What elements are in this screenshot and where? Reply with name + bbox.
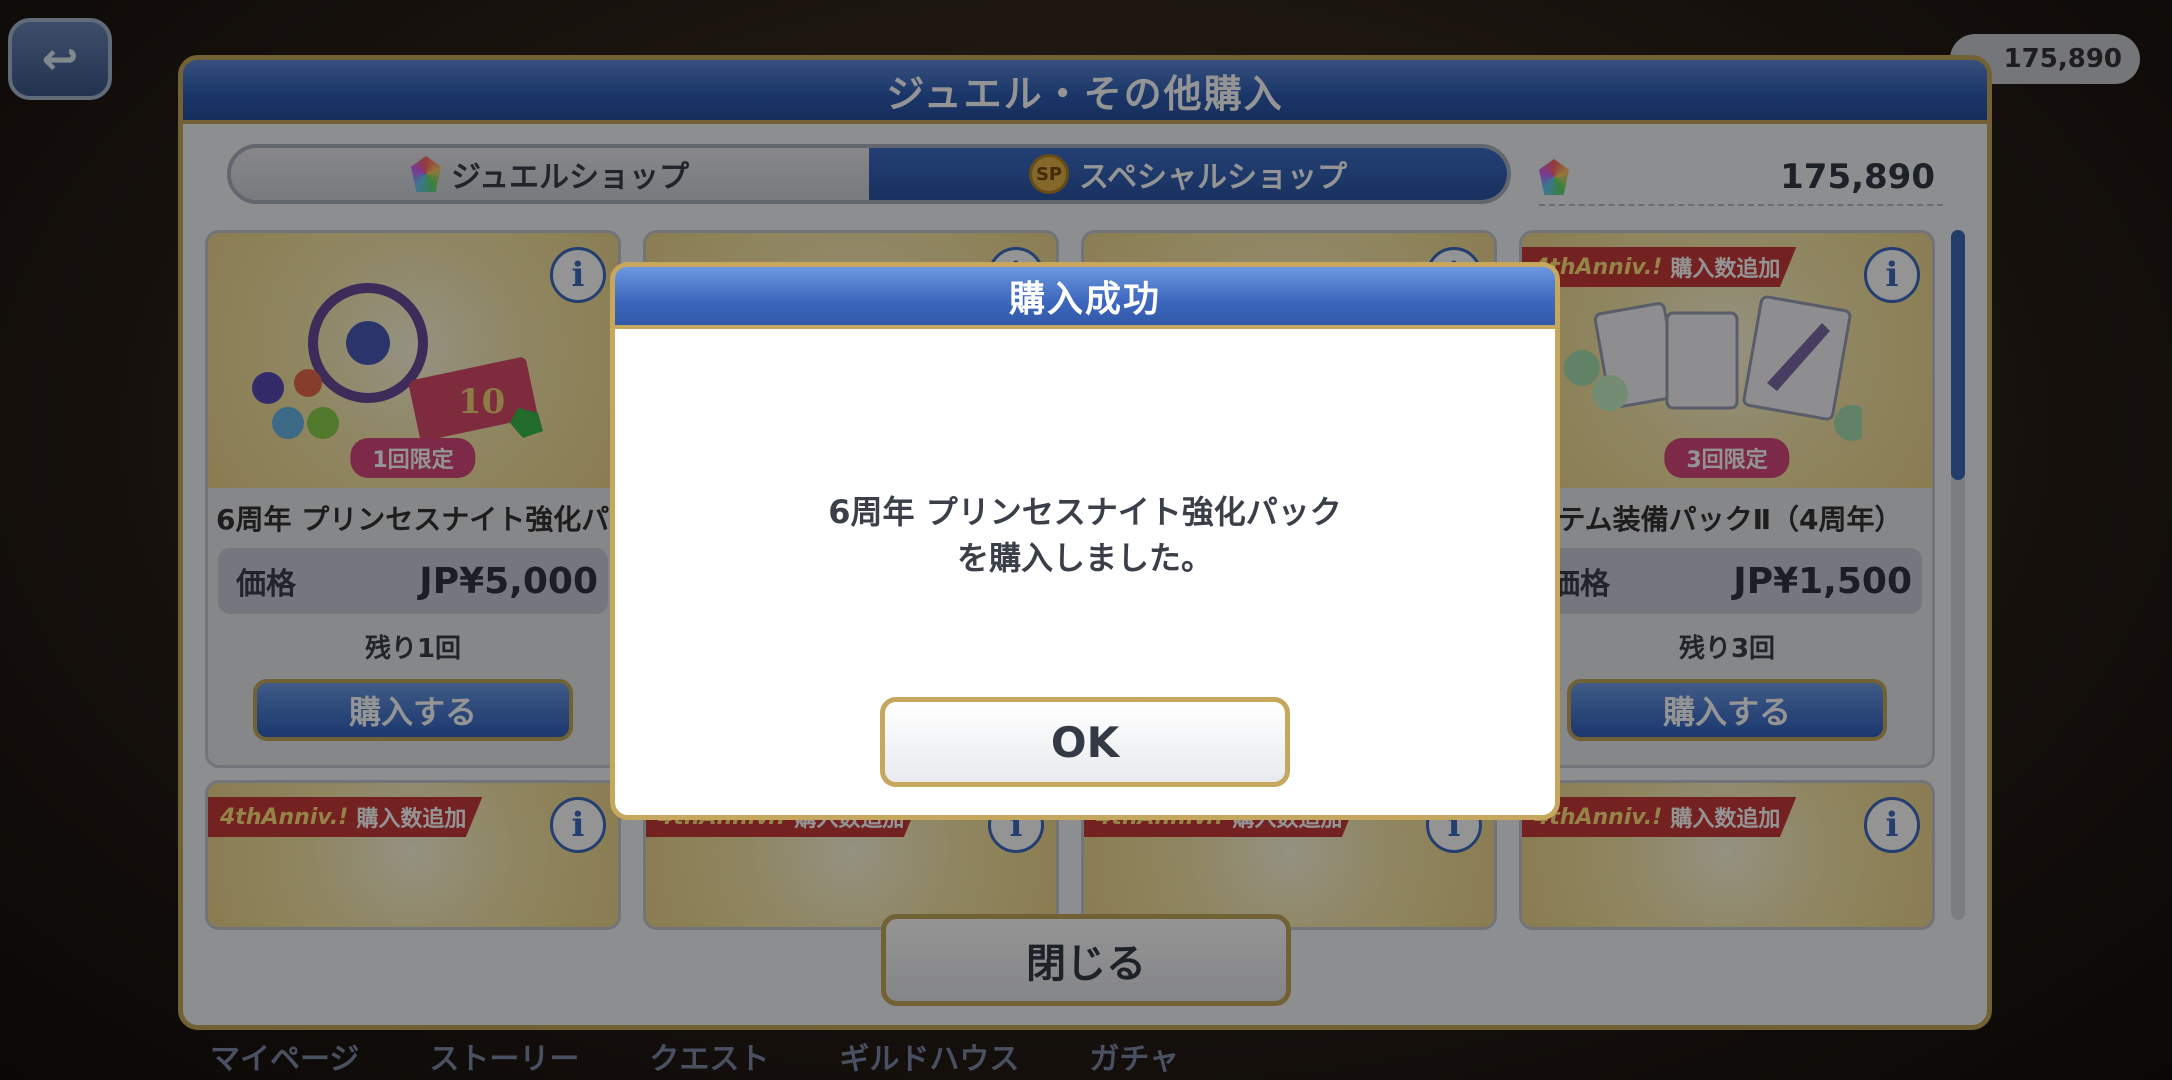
dialog-message: 6周年 プリンセスナイト強化パック を購入しました。 xyxy=(615,489,1555,581)
dialog-message-line1: 6周年 プリンセスナイト強化パック xyxy=(828,493,1342,531)
dialog-title: 購入成功 xyxy=(1008,279,1161,320)
ok-button[interactable]: OK xyxy=(880,697,1290,787)
purchase-success-dialog: 購入成功 6周年 プリンセスナイト強化パック を購入しました。 OK xyxy=(610,262,1560,820)
dialog-message-line2: を購入しました。 xyxy=(956,539,1213,577)
dialog-header: 購入成功 xyxy=(615,267,1555,329)
